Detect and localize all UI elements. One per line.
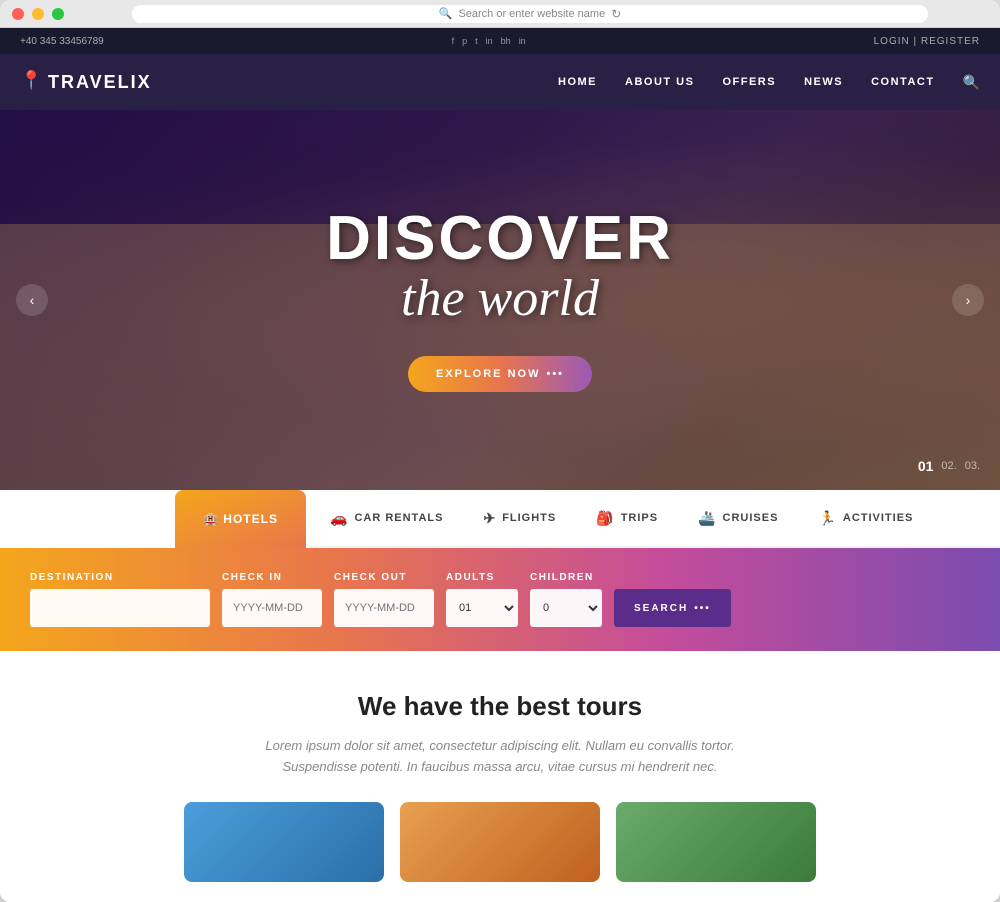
tab-cruises[interactable]: 🚢 CRUISES <box>678 489 798 547</box>
destination-input[interactable] <box>30 589 210 627</box>
header: TRAVELIX HOME ABOUT US OFFERS NEWS CONTA… <box>0 54 1000 110</box>
instagram-icon[interactable]: in <box>519 36 526 46</box>
pinterest-icon[interactable]: p <box>462 36 467 46</box>
search-label: SEARCH <box>634 603 688 614</box>
checkin-label: CHECK IN <box>222 572 322 583</box>
children-label: CHILDREN <box>530 572 602 583</box>
section-title: We have the best tours <box>20 691 980 722</box>
twitter-icon[interactable]: t <box>475 36 478 46</box>
hero-prev-arrow[interactable]: ‹ <box>16 284 48 316</box>
tab-trips-label: TRIPS <box>621 512 658 524</box>
tour-cards <box>20 802 980 882</box>
search-dots: ••• <box>694 603 711 614</box>
slide-active: 01 <box>918 458 934 474</box>
hero-title: DISCOVER <box>326 208 674 270</box>
nav-news[interactable]: NEWS <box>804 76 843 88</box>
auth-links[interactable]: LOGIN | REGISTER <box>874 36 980 47</box>
checkin-group: CHECK IN <box>222 572 322 627</box>
tab-cruises-label: CRUISES <box>723 512 779 524</box>
tab-car-rentals[interactable]: 🚗 CAR RENTALS <box>310 489 463 547</box>
ship-icon: 🚢 <box>698 510 716 527</box>
behance-icon[interactable]: bh <box>501 36 511 46</box>
search-icon: 🔍 <box>439 7 453 20</box>
minimize-button[interactable] <box>32 8 44 20</box>
tab-hotels[interactable]: 🏨 HOTELS <box>175 490 306 548</box>
address-text: Search or enter website name <box>458 8 605 20</box>
hotel-icon: 🏨 <box>203 512 223 526</box>
tab-activities[interactable]: 🏃 ACTIVITIES <box>798 489 933 547</box>
nav-offers[interactable]: OFFERS <box>722 76 776 88</box>
chevron-left-icon: ‹ <box>30 292 35 308</box>
search-section: DESTINATION CHECK IN CHECK OUT ADULTS 01… <box>0 548 1000 651</box>
best-tours-section: We have the best tours Lorem ipsum dolor… <box>0 651 1000 902</box>
logo-icon <box>20 70 40 94</box>
children-group: CHILDREN 0 1 2 3 <box>530 572 602 627</box>
activity-icon: 🏃 <box>818 510 836 527</box>
section-subtitle: Lorem ipsum dolor sit amet, consectetur … <box>250 736 750 778</box>
tab-hotels-label: HOTELS <box>223 512 278 526</box>
close-button[interactable] <box>12 8 24 20</box>
explore-dots: ••• <box>546 368 564 380</box>
slide-2[interactable]: 02. <box>941 460 956 472</box>
phone-number: +40 345 33456789 <box>20 36 104 47</box>
slide-indicators: 01 02. 03. <box>918 458 980 474</box>
address-bar[interactable]: 🔍 Search or enter website name ↻ <box>132 5 928 23</box>
search-button[interactable]: SEARCH ••• <box>614 589 731 627</box>
utility-bar: +40 345 33456789 f p t in bh in LOGIN | … <box>0 28 1000 54</box>
tab-flights-label: FLIGHTS <box>502 512 556 524</box>
social-icons: f p t in bh in <box>452 36 526 46</box>
chevron-right-icon: › <box>966 292 971 308</box>
hero-section: ‹ DISCOVER the world EXPLORE NOW ••• › 0… <box>0 110 1000 490</box>
linkedin-icon[interactable]: in <box>486 36 493 46</box>
tab-car-rentals-label: CAR RENTALS <box>354 512 443 524</box>
search-icon[interactable]: 🔍 <box>963 74 980 91</box>
nav-contact[interactable]: CONTACT <box>871 76 934 88</box>
tab-trips[interactable]: 🎒 TRIPS <box>576 489 678 547</box>
facebook-icon[interactable]: f <box>452 36 455 46</box>
tour-card-1[interactable] <box>184 802 384 882</box>
logo-text: TRAVELIX <box>48 72 152 93</box>
adults-select[interactable]: 01 02 03 04 <box>446 589 518 627</box>
website-content: +40 345 33456789 f p t in bh in LOGIN | … <box>0 28 1000 902</box>
logo[interactable]: TRAVELIX <box>20 70 152 94</box>
adults-label: ADULTS <box>446 572 518 583</box>
car-icon: 🚗 <box>330 510 348 527</box>
hero-subtitle: the world <box>326 270 674 327</box>
tabs-right: 🚗 CAR RENTALS ✈ FLIGHTS 🎒 TRIPS 🚢 CRUISE… <box>310 490 1000 548</box>
destination-label: DESTINATION <box>30 572 210 583</box>
destination-group: DESTINATION <box>30 572 210 627</box>
checkout-input[interactable] <box>334 589 434 627</box>
checkout-group: CHECK OUT <box>334 572 434 627</box>
browser-window: 🔍 Search or enter website name ↻ +40 345… <box>0 0 1000 902</box>
nav-about[interactable]: ABOUT US <box>625 76 694 88</box>
checkout-label: CHECK OUT <box>334 572 434 583</box>
tour-card-2[interactable] <box>400 802 600 882</box>
hero-next-arrow[interactable]: › <box>952 284 984 316</box>
adults-group: ADULTS 01 02 03 04 <box>446 572 518 627</box>
nav-home[interactable]: HOME <box>558 76 597 88</box>
main-nav: HOME ABOUT US OFFERS NEWS CONTACT 🔍 <box>558 74 980 91</box>
tab-flights[interactable]: ✈ FLIGHTS <box>463 489 576 547</box>
children-select[interactable]: 0 1 2 3 <box>530 589 602 627</box>
backpack-icon: 🎒 <box>596 510 614 527</box>
slide-3[interactable]: 03. <box>965 460 980 472</box>
tour-card-3[interactable] <box>616 802 816 882</box>
tabs-section: 🏨 HOTELS 🚗 CAR RENTALS ✈ FLIGHTS 🎒 TRIPS <box>0 490 1000 548</box>
hero-content: DISCOVER the world EXPLORE NOW ••• <box>326 208 674 391</box>
reload-icon: ↻ <box>611 7 621 21</box>
tab-activities-label: ACTIVITIES <box>843 512 914 524</box>
explore-now-button[interactable]: EXPLORE NOW ••• <box>408 356 592 392</box>
explore-label: EXPLORE NOW <box>436 368 541 380</box>
browser-titlebar: 🔍 Search or enter website name ↻ <box>0 0 1000 28</box>
checkin-input[interactable] <box>222 589 322 627</box>
plane-icon: ✈ <box>483 510 496 527</box>
maximize-button[interactable] <box>52 8 64 20</box>
